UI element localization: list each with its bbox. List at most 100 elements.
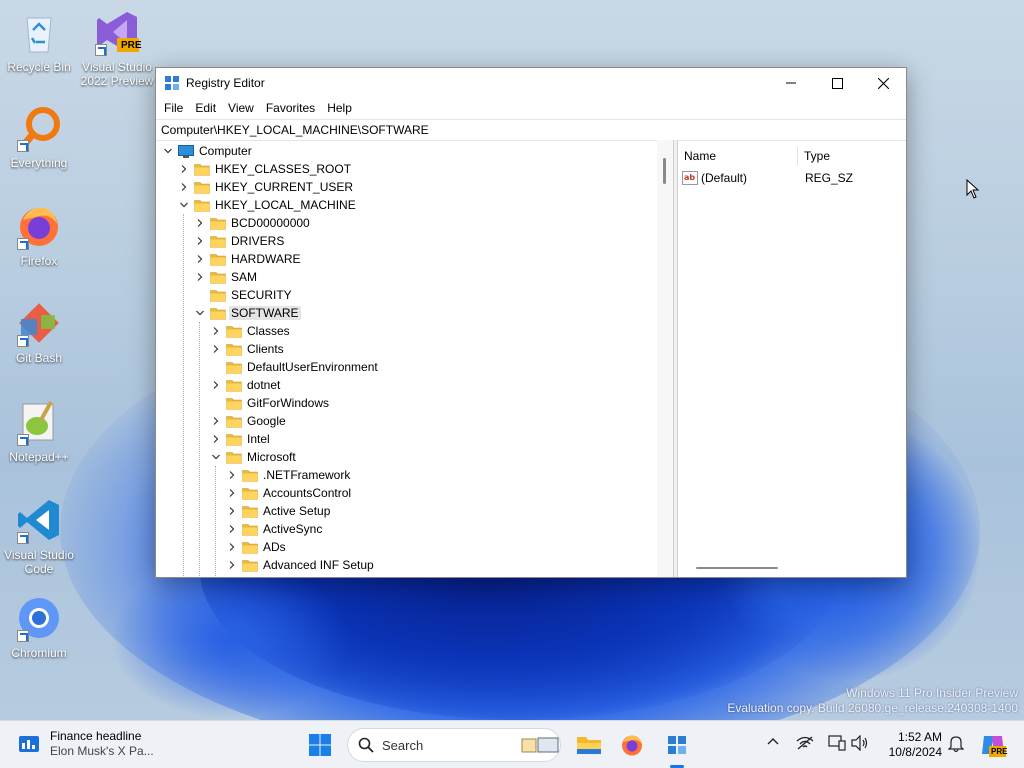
tree-node[interactable]: Computer	[162, 142, 252, 160]
chevron-right-icon[interactable]	[211, 416, 221, 426]
tree-node[interactable]: Classes	[210, 322, 290, 340]
title-bar[interactable]: Registry Editor	[156, 68, 906, 98]
values-list-pane[interactable]: Name Type ab (Default) REG_SZ	[678, 140, 906, 577]
column-header-name[interactable]: Name	[678, 147, 798, 165]
volume-icon[interactable]	[851, 735, 869, 751]
desktop-icon-git-bash[interactable]: Git Bash	[1, 299, 77, 365]
display-icon[interactable]	[828, 735, 846, 751]
taskbar-firefox[interactable]	[616, 729, 648, 761]
tree-node[interactable]: Active Setup	[226, 502, 330, 520]
tree-node-label: Google	[247, 414, 286, 428]
tree-node[interactable]: HKEY_LOCAL_MACHINE	[178, 196, 356, 214]
tree-node[interactable]: GitForWindows	[210, 394, 329, 412]
chevron-right-icon[interactable]	[195, 218, 205, 228]
chevron-right-icon[interactable]	[227, 560, 237, 570]
clock-time: 1:52 AM	[897, 730, 942, 744]
desktop-icon-vscode[interactable]: Visual Studio Code	[1, 496, 77, 576]
taskbar-registry-editor[interactable]	[661, 729, 693, 761]
chevron-right-icon[interactable]	[179, 164, 189, 174]
desktop-icon-notepad-plus-plus[interactable]: Notepad++	[1, 398, 77, 464]
tree-node-label: ActiveSync	[263, 522, 323, 536]
maximize-button[interactable]	[814, 68, 860, 98]
chevron-right-icon[interactable]	[211, 380, 221, 390]
tree-node[interactable]: HARDWARE	[194, 250, 301, 268]
tree-node[interactable]: SAM	[194, 268, 257, 286]
chevron-right-icon[interactable]	[179, 182, 189, 192]
chevron-down-icon[interactable]	[163, 146, 173, 156]
maximize-icon	[831, 77, 843, 89]
notification-bell-icon[interactable]	[948, 735, 964, 753]
network-disconnected-icon[interactable]	[796, 735, 814, 751]
tree-node-label: HARDWARE	[231, 252, 301, 266]
tree-node[interactable]: SECURITY	[194, 286, 292, 304]
chevron-right-icon[interactable]	[227, 506, 237, 516]
shortcut-arrow-icon	[17, 140, 29, 152]
chevron-right-icon[interactable]	[195, 236, 205, 246]
chevron-right-icon[interactable]	[195, 254, 205, 264]
tree-node[interactable]: DRIVERS	[194, 232, 284, 250]
tree-node-label: ADs	[263, 540, 286, 554]
system-clock[interactable]: 1:52 AM 10/8/2024	[880, 730, 942, 760]
folder-icon	[226, 451, 242, 464]
menu-help[interactable]: Help	[321, 101, 358, 115]
tree-node[interactable]: Microsoft	[210, 448, 296, 466]
close-button[interactable]	[860, 68, 906, 98]
chevron-right-icon[interactable]	[211, 326, 221, 336]
tree-node-label: Clients	[247, 342, 284, 356]
column-header-type[interactable]: Type	[798, 149, 830, 163]
tree-node[interactable]: .NETFramework	[226, 466, 350, 484]
taskbar-search-box[interactable]: Search	[347, 728, 561, 762]
value-row[interactable]: ab (Default) REG_SZ	[678, 168, 906, 188]
tree-node[interactable]: Intel	[210, 430, 270, 448]
chevron-right-icon[interactable]	[227, 524, 237, 534]
menu-view[interactable]: View	[222, 101, 260, 115]
scroll-thumb[interactable]	[663, 158, 666, 184]
tree-node[interactable]: ADs	[226, 538, 286, 556]
chevron-down-icon[interactable]	[211, 452, 221, 462]
tree-node[interactable]: BCD00000000	[194, 214, 310, 232]
shortcut-arrow-icon	[17, 434, 29, 446]
watermark-line-2: Evaluation copy. Build 26080.ge_release.…	[727, 701, 1018, 715]
taskbar-file-explorer[interactable]	[573, 729, 605, 761]
desktop-icon-everything[interactable]: Everything	[1, 104, 77, 170]
folder-icon	[210, 235, 226, 248]
menu-favorites[interactable]: Favorites	[260, 101, 321, 115]
tree-node-label: Computer	[199, 144, 252, 158]
chevron-right-icon[interactable]	[211, 344, 221, 354]
address-bar[interactable]: Computer\HKEY_LOCAL_MACHINE\SOFTWARE	[156, 119, 906, 141]
desktop-icon-recycle-bin[interactable]: Recycle Bin	[1, 8, 77, 74]
start-button[interactable]	[304, 729, 336, 761]
tree-node[interactable]: AccountsControl	[226, 484, 351, 502]
tree-node[interactable]: Clients	[210, 340, 284, 358]
desktop-icon-firefox[interactable]: Firefox	[1, 202, 77, 268]
tree-node[interactable]: DefaultUserEnvironment	[210, 358, 378, 376]
news-widget[interactable]: Finance headline Elon Musk's X Pa...	[18, 729, 154, 759]
chevron-down-icon[interactable]	[179, 200, 189, 210]
tree-node[interactable]: HKEY_CLASSES_ROOT	[178, 160, 351, 178]
folder-icon	[226, 397, 242, 410]
minimize-button[interactable]	[768, 68, 814, 98]
tree-node[interactable]: SOFTWARE	[194, 304, 301, 322]
tree-node-label: Intel	[247, 432, 270, 446]
menu-file[interactable]: File	[158, 101, 189, 115]
tree-node[interactable]: HKEY_CURRENT_USER	[178, 178, 353, 196]
chevron-right-icon[interactable]	[195, 272, 205, 282]
chevron-up-icon[interactable]	[766, 735, 780, 749]
chevron-right-icon[interactable]	[227, 470, 237, 480]
tree-node[interactable]: Google	[210, 412, 286, 430]
tree-node[interactable]: Advanced INF Setup	[226, 556, 374, 574]
tree-node[interactable]: dotnet	[210, 376, 280, 394]
tree-vertical-scrollbar[interactable]	[657, 140, 673, 577]
chevron-right-icon[interactable]	[227, 542, 237, 552]
tree-node[interactable]: ActiveSync	[226, 520, 322, 538]
values-horizontal-scrollbar[interactable]	[696, 567, 778, 569]
chevron-right-icon[interactable]	[211, 434, 221, 444]
key-tree-pane[interactable]: Computer HKEY_CLASSES_ROOT HKEY_CURRENT_US…	[156, 140, 674, 577]
copilot-button[interactable]: PRE	[980, 732, 1007, 758]
chevron-right-icon[interactable]	[227, 488, 237, 498]
menu-edit[interactable]: Edit	[189, 101, 222, 115]
desktop-icon-visual-studio-preview[interactable]: PRE Visual Studio 2022 Preview	[79, 8, 155, 88]
chevron-down-icon[interactable]	[195, 308, 205, 318]
tree-node-label: dotnet	[247, 378, 281, 392]
desktop-icon-chromium[interactable]: Chromium	[1, 594, 77, 660]
